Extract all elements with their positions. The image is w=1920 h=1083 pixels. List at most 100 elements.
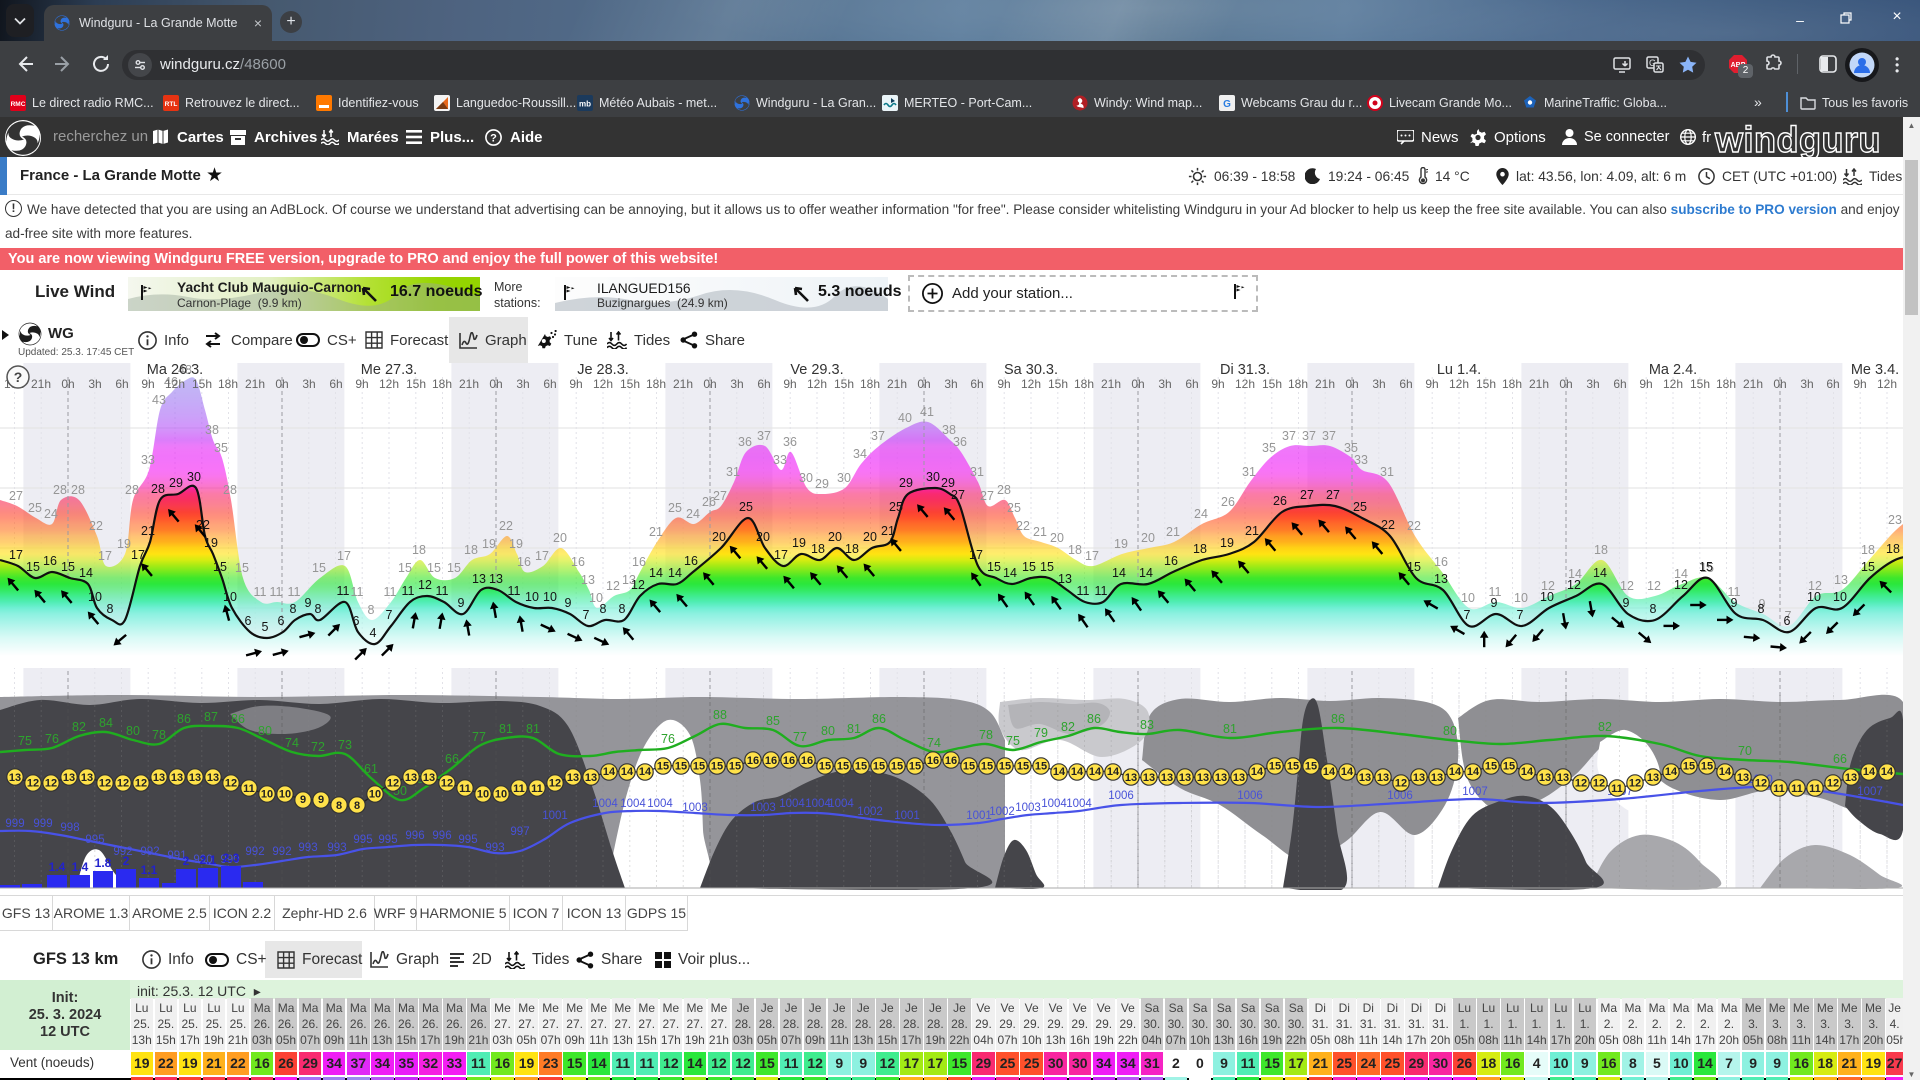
svg-text:8: 8 xyxy=(1758,602,1765,616)
svg-text:37: 37 xyxy=(1282,429,1296,443)
svg-text:27: 27 xyxy=(980,489,994,503)
svg-text:28: 28 xyxy=(125,483,139,497)
svg-text:37: 37 xyxy=(757,429,771,443)
svg-text:0h: 0h xyxy=(917,377,930,391)
svg-text:10: 10 xyxy=(495,789,507,801)
svg-text:13: 13 xyxy=(423,772,435,784)
svg-text:27: 27 xyxy=(1300,488,1314,502)
svg-text:998: 998 xyxy=(60,822,79,834)
svg-text:12: 12 xyxy=(1620,579,1634,593)
svg-text:999: 999 xyxy=(33,818,52,830)
svg-text:13: 13 xyxy=(171,772,183,784)
svg-text:9: 9 xyxy=(1731,596,1738,610)
svg-text:13: 13 xyxy=(1647,772,1659,784)
svg-text:13: 13 xyxy=(581,573,595,587)
svg-text:12: 12 xyxy=(1755,777,1767,789)
svg-text:9: 9 xyxy=(1623,596,1630,610)
svg-text:12: 12 xyxy=(1575,777,1587,789)
svg-text:13: 13 xyxy=(189,772,201,784)
svg-text:16: 16 xyxy=(927,755,939,767)
svg-text:36: 36 xyxy=(738,435,752,449)
svg-text:15: 15 xyxy=(427,561,441,575)
svg-text:1006: 1006 xyxy=(1387,790,1413,802)
svg-text:6h: 6h xyxy=(1826,377,1839,391)
svg-text:10: 10 xyxy=(1833,590,1847,604)
svg-text:2.1: 2.1 xyxy=(200,853,217,867)
svg-text:Di 31.3.: Di 31.3. xyxy=(1220,363,1270,378)
svg-text:19: 19 xyxy=(482,537,496,551)
svg-text:12: 12 xyxy=(1593,777,1605,789)
svg-text:13: 13 xyxy=(1431,772,1443,784)
svg-text:995: 995 xyxy=(353,834,372,846)
svg-text:15: 15 xyxy=(312,561,326,575)
svg-text:RTL: RTL xyxy=(165,101,178,108)
svg-text:9h: 9h xyxy=(569,377,582,391)
svg-text:11: 11 xyxy=(288,585,301,599)
svg-text:1006: 1006 xyxy=(1237,790,1263,802)
svg-text:15h: 15h xyxy=(1476,377,1496,391)
svg-text:6: 6 xyxy=(353,614,360,628)
svg-text:29: 29 xyxy=(169,476,183,490)
svg-text:35: 35 xyxy=(1262,441,1276,455)
svg-text:0h: 0h xyxy=(703,377,716,391)
svg-text:80: 80 xyxy=(126,724,140,738)
svg-text:10: 10 xyxy=(477,789,489,801)
svg-text:13: 13 xyxy=(1539,772,1551,784)
svg-text:13: 13 xyxy=(153,772,165,784)
svg-text:1004: 1004 xyxy=(620,798,646,810)
svg-text:15: 15 xyxy=(981,761,993,773)
svg-text:12: 12 xyxy=(1395,777,1407,789)
svg-text:88: 88 xyxy=(713,708,727,722)
svg-text:15: 15 xyxy=(1287,761,1299,773)
svg-text:11: 11 xyxy=(351,585,364,599)
svg-text:13: 13 xyxy=(1233,772,1245,784)
svg-text:20: 20 xyxy=(756,530,770,544)
svg-text:6h: 6h xyxy=(757,377,770,391)
svg-text:15: 15 xyxy=(987,560,1001,574)
svg-text:25: 25 xyxy=(739,500,753,514)
svg-text:12: 12 xyxy=(631,578,645,592)
svg-text:6h: 6h xyxy=(1613,377,1626,391)
svg-text:9h: 9h xyxy=(141,377,154,391)
svg-text:21: 21 xyxy=(1245,524,1259,538)
svg-text:15: 15 xyxy=(909,761,921,773)
svg-text:15h: 15h xyxy=(620,377,640,391)
svg-text:21h: 21h xyxy=(1743,377,1763,391)
svg-text:27: 27 xyxy=(713,489,727,503)
svg-text:15: 15 xyxy=(693,761,705,773)
svg-text:1002: 1002 xyxy=(857,806,883,818)
svg-text:6h: 6h xyxy=(970,377,983,391)
svg-text:1004: 1004 xyxy=(779,798,805,810)
svg-text:12h: 12h xyxy=(593,377,613,391)
svg-text:9h: 9h xyxy=(783,377,796,391)
svg-text:1004: 1004 xyxy=(1041,798,1067,810)
svg-text:9: 9 xyxy=(305,596,312,610)
svg-text:14: 14 xyxy=(1112,566,1126,580)
svg-text:14: 14 xyxy=(1521,766,1534,778)
svg-text:19: 19 xyxy=(204,536,218,550)
svg-text:1004: 1004 xyxy=(828,798,854,810)
svg-text:80: 80 xyxy=(258,724,272,738)
svg-text:10: 10 xyxy=(223,590,237,604)
svg-text:17: 17 xyxy=(337,549,351,563)
svg-text:8: 8 xyxy=(290,602,297,616)
svg-text:Ve 29.3.: Ve 29.3. xyxy=(790,363,843,378)
svg-text:81: 81 xyxy=(526,722,540,736)
svg-text:8: 8 xyxy=(354,800,360,812)
svg-text:86: 86 xyxy=(177,712,191,726)
svg-text:995: 995 xyxy=(378,834,397,846)
svg-text:20: 20 xyxy=(1050,531,1064,545)
svg-text:13: 13 xyxy=(1125,772,1137,784)
svg-text:11: 11 xyxy=(1773,783,1785,795)
svg-text:15: 15 xyxy=(1040,560,1054,574)
svg-text:13: 13 xyxy=(567,772,579,784)
svg-text:15: 15 xyxy=(999,761,1011,773)
svg-text:87: 87 xyxy=(204,710,218,724)
svg-text:8: 8 xyxy=(1650,602,1657,616)
svg-text:Ma 26.3.: Ma 26.3. xyxy=(147,363,203,378)
svg-text:992: 992 xyxy=(272,846,291,858)
svg-text:75: 75 xyxy=(1006,734,1020,748)
svg-text:2: 2 xyxy=(123,854,130,868)
svg-text:12h: 12h xyxy=(1449,377,1469,391)
svg-text:10: 10 xyxy=(1540,590,1554,604)
